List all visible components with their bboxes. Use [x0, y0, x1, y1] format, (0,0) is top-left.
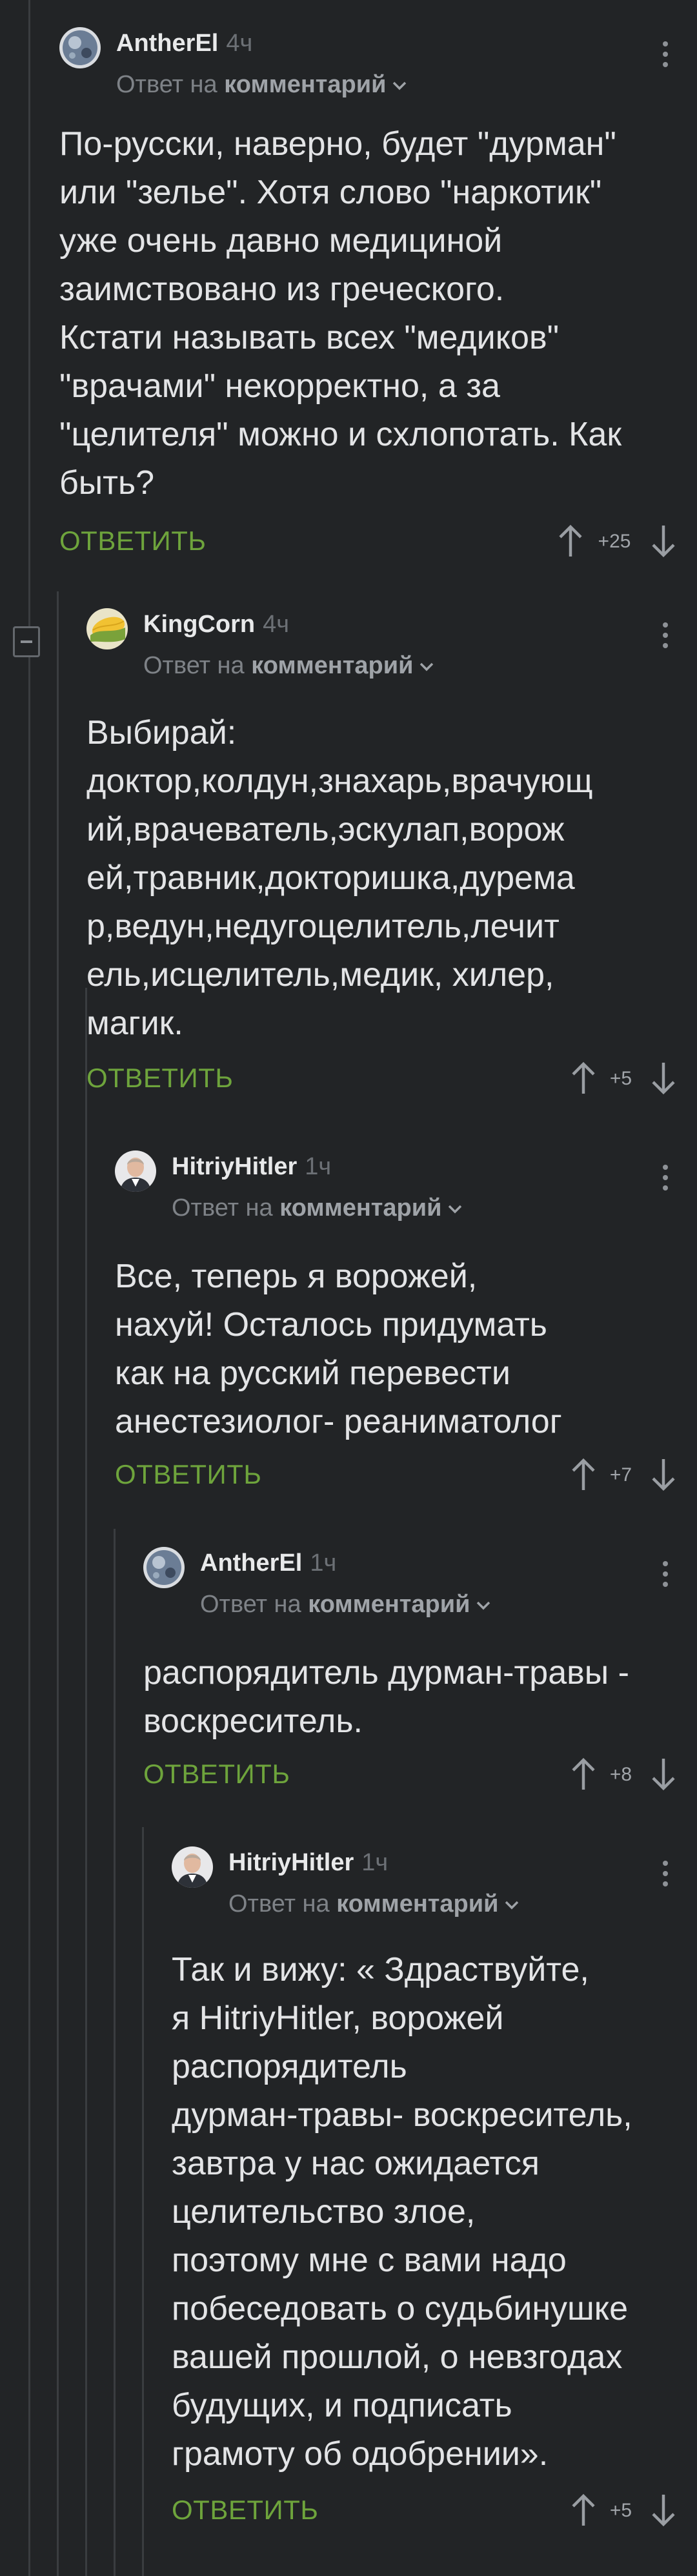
reply-to-link[interactable]: Ответ на комментарий	[116, 71, 407, 99]
chevron-down-icon[interactable]	[392, 81, 407, 90]
author-name[interactable]: KingCorn 4ч	[143, 611, 289, 639]
comment-time: 1ч	[361, 1849, 389, 1876]
upvote-arrow-icon[interactable]	[571, 2493, 596, 2527]
thread-line	[57, 591, 59, 2576]
comment-text: распорядитель дурман-травы - воскресител…	[143, 1654, 629, 1740]
author-name[interactable]: AntherEl 1ч	[200, 1549, 336, 1577]
upvote-arrow-icon[interactable]	[571, 1458, 596, 1491]
moon-globe-avatar[interactable]	[143, 1547, 185, 1588]
reply-to-link[interactable]: Ответ на комментарий	[200, 1591, 490, 1619]
comment: AntherEl 4ч Ответ на комментарий По-русск…	[59, 27, 697, 563]
author-name[interactable]: HitriyHitler 1ч	[228, 1849, 388, 1877]
comment: HitriyHitler 1ч Ответ на комментарий Так …	[172, 1846, 697, 2544]
more-options-icon[interactable]	[649, 1547, 680, 1599]
reply-to-link[interactable]: Ответ на комментарий	[172, 1194, 462, 1222]
downvote-arrow-icon[interactable]	[651, 2493, 676, 2527]
downvote-arrow-icon[interactable]	[651, 1757, 676, 1791]
author-label[interactable]: HitriyHitler	[172, 1153, 297, 1180]
more-options-icon[interactable]	[649, 1846, 680, 1898]
reply-button[interactable]: ОТВЕТИТЬ	[172, 2495, 318, 2526]
comment-time: 1ч	[305, 1153, 332, 1180]
comment-actions: ОТВЕТИТЬ +8	[143, 1755, 697, 1794]
chevron-down-icon[interactable]	[419, 662, 434, 671]
collapse-thread-button[interactable]	[13, 626, 40, 657]
comment-text: Так и вижу: « Здраствуйте, я HitriyHitle…	[172, 1951, 632, 2473]
reply-target[interactable]: комментарий	[336, 1890, 498, 1917]
vote-count: +7	[609, 1464, 632, 1486]
thread-line	[85, 988, 87, 2576]
comment-actions: ОТВЕТИТЬ +5	[86, 1059, 697, 1098]
reply-button[interactable]: ОТВЕТИТЬ	[86, 1063, 233, 1094]
author-name[interactable]: HitriyHitler 1ч	[172, 1153, 331, 1181]
comment-text: Все, теперь я ворожей, нахуй! Осталось п…	[115, 1258, 562, 1440]
upvote-arrow-icon[interactable]	[571, 1757, 596, 1791]
reply-to-link[interactable]: Ответ на комментарий	[228, 1890, 519, 1918]
moon-globe-avatar[interactable]	[59, 27, 101, 68]
chevron-down-icon[interactable]	[476, 1601, 490, 1610]
vote-count: +5	[609, 1068, 632, 1089]
more-options-icon[interactable]	[649, 1150, 680, 1202]
downvote-arrow-icon[interactable]	[651, 1458, 676, 1491]
comment-actions: ОТВЕТИТЬ +7	[115, 1455, 697, 1494]
chevron-down-icon[interactable]	[448, 1205, 462, 1214]
author-label[interactable]: AntherEl	[116, 30, 218, 57]
reply-target[interactable]: комментарий	[251, 652, 413, 679]
thread-line	[114, 1529, 116, 2576]
reply-prefix: Ответ на	[116, 71, 217, 98]
vote-count: +8	[609, 1764, 632, 1785]
author-label[interactable]: KingCorn	[143, 611, 255, 638]
vote-controls: +5	[571, 1059, 680, 1098]
reply-prefix: Ответ на	[172, 1194, 273, 1222]
thread-line	[28, 0, 30, 2576]
reply-prefix: Ответ на	[228, 1890, 330, 1917]
author-name[interactable]: AntherEl 4ч	[116, 30, 252, 57]
vote-controls: +5	[571, 2491, 680, 2530]
reply-button[interactable]: ОТВЕТИТЬ	[115, 1459, 261, 1490]
vote-controls: +25	[558, 522, 680, 560]
corn-avatar[interactable]	[86, 608, 128, 649]
reply-to-link[interactable]: Ответ на комментарий	[143, 652, 434, 680]
portrait-avatar[interactable]	[115, 1150, 156, 1192]
author-label[interactable]: HitriyHitler	[228, 1849, 354, 1876]
chevron-down-icon[interactable]	[505, 1901, 519, 1910]
vote-count: +5	[609, 2500, 632, 2521]
thread-line	[142, 1827, 144, 2576]
reply-button[interactable]: ОТВЕТИТЬ	[143, 1759, 290, 1790]
comment: AntherEl 1ч Ответ на комментарий распоряд…	[143, 1547, 697, 1799]
reply-target[interactable]: комментарий	[224, 71, 386, 98]
upvote-arrow-icon[interactable]	[558, 524, 583, 558]
vote-count: +25	[598, 531, 631, 552]
upvote-arrow-icon[interactable]	[571, 1061, 596, 1095]
comment-time: 4ч	[263, 611, 290, 638]
comment-text: Выбирай: доктор,колдун,знахарь,врачующ и…	[86, 714, 593, 1042]
reply-target[interactable]: комментарий	[279, 1194, 441, 1222]
more-options-icon[interactable]	[649, 608, 680, 660]
comment-text: По-русски, наверно, будет "дурман" или "…	[59, 125, 622, 502]
reply-button[interactable]: ОТВЕТИТЬ	[59, 526, 206, 557]
comment: HitriyHitler 1ч Ответ на комментарий Все,…	[115, 1150, 697, 1512]
comment-actions: ОТВЕТИТЬ +5	[172, 2491, 697, 2530]
comment: KingCorn 4ч Ответ на комментарий Выбирай:…	[86, 608, 697, 1112]
reply-prefix: Ответ на	[143, 652, 245, 679]
more-options-icon[interactable]	[649, 27, 680, 79]
vote-controls: +8	[571, 1755, 680, 1794]
comment-time: 1ч	[310, 1549, 337, 1577]
reply-target[interactable]: комментарий	[308, 1591, 470, 1618]
reply-prefix: Ответ на	[200, 1591, 301, 1618]
comment-time: 4ч	[226, 30, 253, 57]
portrait-avatar[interactable]	[172, 1846, 213, 1888]
comment-actions: ОТВЕТИТЬ +25	[59, 522, 697, 560]
downvote-arrow-icon[interactable]	[651, 1061, 676, 1095]
downvote-arrow-icon[interactable]	[651, 524, 676, 558]
vote-controls: +7	[571, 1455, 680, 1494]
author-label[interactable]: AntherEl	[200, 1549, 302, 1577]
